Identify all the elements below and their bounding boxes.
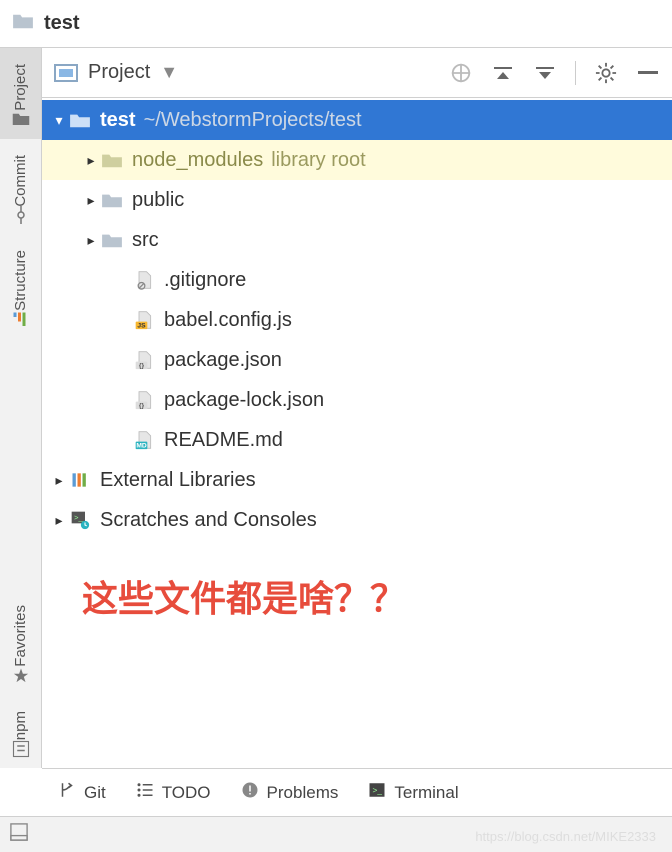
file-md-icon: MD — [132, 430, 156, 450]
commit-icon — [12, 206, 30, 224]
gutter-label: Favorites — [12, 605, 29, 667]
divider — [575, 61, 576, 85]
file-json-icon: {} — [132, 350, 156, 370]
tree-label: src — [132, 229, 159, 252]
collapse-all-icon[interactable] — [533, 61, 557, 85]
svg-text:{}: {} — [139, 363, 145, 370]
branch-icon — [58, 781, 76, 804]
gutter-label: Structure — [12, 250, 29, 311]
folder-icon — [68, 111, 92, 129]
tree-node-public[interactable]: ▸ public — [42, 180, 672, 220]
gutter-project[interactable]: Project — [0, 48, 41, 139]
svg-text:{}: {} — [139, 403, 145, 410]
status-label: Problems — [267, 783, 339, 803]
window-title: test — [44, 12, 80, 35]
svg-text:>_: >_ — [373, 786, 383, 795]
svg-text:>_: >_ — [74, 513, 83, 522]
ext-lib-icon — [68, 470, 92, 490]
tree-node-readme[interactable]: MD README.md — [42, 420, 672, 460]
expand-arrow-icon[interactable]: ▸ — [82, 152, 100, 169]
expand-arrow-icon[interactable]: ▸ — [82, 232, 100, 249]
tree-node-ext[interactable]: ▸ External Libraries — [42, 460, 672, 500]
file-js-icon: JS — [132, 310, 156, 330]
folder-icon — [100, 231, 124, 249]
left-tool-gutter: Project Commit Structure Favorites npm — [0, 48, 42, 768]
expand-arrow-icon[interactable]: ▸ — [82, 192, 100, 209]
folder-icon — [12, 12, 34, 35]
title-bar: test — [0, 0, 672, 48]
npm-icon — [12, 740, 30, 758]
gutter-label: npm — [12, 711, 29, 740]
tree-label: .gitignore — [164, 269, 246, 292]
ide-status-icon[interactable] — [10, 823, 28, 846]
tree-label: package.json — [164, 349, 282, 372]
tree-node-pkg[interactable]: {} package.json — [42, 340, 672, 380]
gutter-npm[interactable]: npm — [0, 695, 41, 768]
tree-label: babel.config.js — [164, 309, 292, 332]
terminal-icon: >_ — [368, 781, 386, 804]
gutter-label: Commit — [12, 155, 29, 207]
annotation-text: 这些文件都是啥？？ — [42, 540, 672, 652]
project-view-icon — [54, 64, 78, 82]
expand-arrow-icon[interactable]: ▸ — [50, 472, 68, 489]
status-git[interactable]: Git — [58, 781, 106, 804]
status-label: TODO — [162, 783, 211, 803]
expand-all-icon[interactable] — [491, 61, 515, 85]
structure-icon — [12, 311, 30, 329]
tree-label: package-lock.json — [164, 389, 324, 412]
folder-lib-icon — [100, 151, 124, 169]
tree-suffix: library root — [271, 149, 365, 172]
expand-arrow-icon[interactable]: ▾ — [50, 112, 68, 129]
tree-node-src[interactable]: ▸ src — [42, 220, 672, 260]
status-todo[interactable]: TODO — [136, 781, 211, 804]
tree-label: test — [100, 109, 136, 132]
dropdown-icon[interactable]: ▼ — [160, 62, 178, 83]
panel-header: Project ▼ — [42, 48, 672, 98]
tree-node-node_modules[interactable]: ▸ node_modules library root — [42, 140, 672, 180]
status-bar: Git TODO Problems >_ Terminal — [42, 768, 672, 816]
tree-node-babel[interactable]: JS babel.config.js — [42, 300, 672, 340]
scratch-icon: >_ — [68, 510, 92, 530]
svg-text:MD: MD — [136, 443, 147, 450]
gutter-structure[interactable]: Structure — [0, 234, 41, 339]
list-icon — [136, 781, 154, 804]
gutter-favorites[interactable]: Favorites — [0, 589, 41, 695]
file-ignore-icon — [132, 270, 156, 290]
tree-label: Scratches and Consoles — [100, 509, 317, 532]
star-icon — [12, 667, 30, 685]
tree-node-root[interactable]: ▾ test ~/WebstormProjects/test — [42, 100, 672, 140]
project-tree[interactable]: ▾ test ~/WebstormProjects/test ▸ node_module… — [42, 98, 672, 768]
gutter-label: Project — [12, 64, 29, 111]
folder-icon — [100, 191, 124, 209]
tree-node-pkglock[interactable]: {} package-lock.json — [42, 380, 672, 420]
gutter-commit[interactable]: Commit — [0, 139, 41, 235]
tree-node-gitignore[interactable]: .gitignore — [42, 260, 672, 300]
project-panel: Project ▼ — [42, 48, 672, 768]
tree-label: External Libraries — [100, 469, 256, 492]
status-problems[interactable]: Problems — [241, 781, 339, 804]
svg-text:JS: JS — [137, 323, 146, 330]
status-label: Git — [84, 783, 106, 803]
gear-icon[interactable] — [594, 61, 618, 85]
expand-arrow-icon[interactable]: ▸ — [50, 512, 68, 529]
status-terminal[interactable]: >_ Terminal — [368, 781, 458, 804]
hide-panel-icon[interactable] — [636, 61, 660, 85]
tree-label: public — [132, 189, 184, 212]
watermark: https://blog.csdn.net/MIKE2333 — [475, 829, 656, 844]
tree-node-scratch[interactable]: ▸ >_ Scratches and Consoles — [42, 500, 672, 540]
status-label: Terminal — [394, 783, 458, 803]
warn-icon — [241, 781, 259, 804]
panel-title: Project — [88, 61, 150, 84]
locate-icon[interactable] — [449, 61, 473, 85]
folder-icon — [12, 111, 30, 129]
tree-suffix: ~/WebstormProjects/test — [144, 109, 362, 132]
file-json-icon: {} — [132, 390, 156, 410]
tree-label: node_modules — [132, 149, 263, 172]
tree-label: README.md — [164, 429, 283, 452]
bottom-gutter: https://blog.csdn.net/MIKE2333 — [0, 816, 672, 852]
